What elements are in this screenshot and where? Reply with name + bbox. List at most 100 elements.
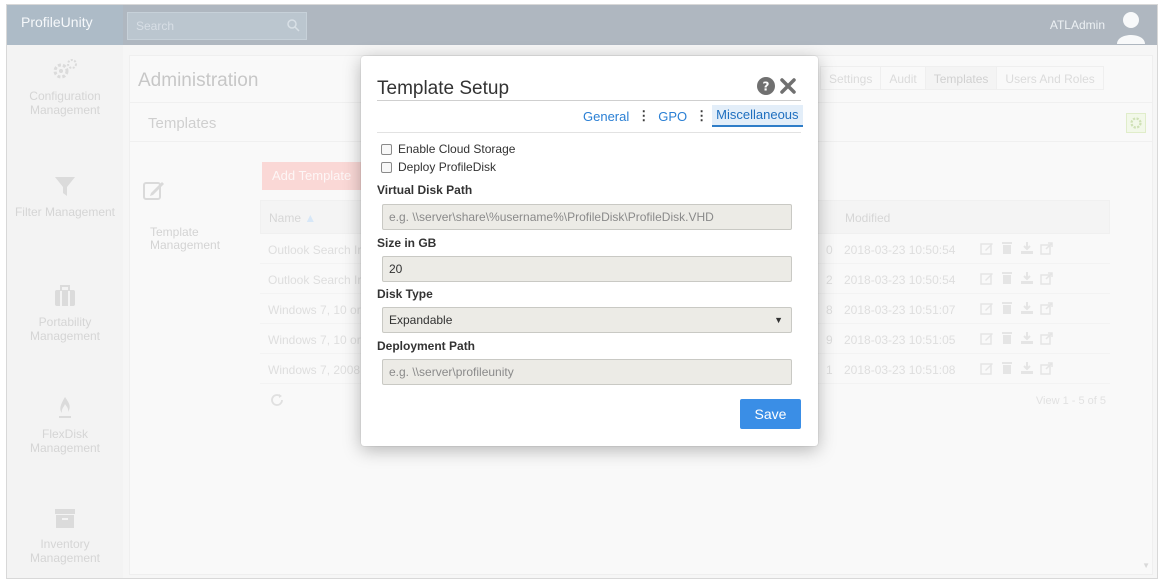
- sidebar-item-label: Inventory Management: [29, 537, 101, 565]
- sidebar-item-label: Filter Management: [14, 205, 116, 219]
- user-avatar-icon[interactable]: [1113, 8, 1149, 44]
- pager-info: View 1 - 5 of 5: [1035, 395, 1106, 407]
- search-box[interactable]: [127, 12, 307, 40]
- page-title: Administration: [138, 70, 259, 91]
- row-name: Windows 7, 10 or: [268, 333, 361, 347]
- row-value: 9: [826, 333, 833, 347]
- row-name: Outlook Search Ir: [268, 273, 362, 287]
- refresh-icon[interactable]: [270, 393, 284, 407]
- row-modified: 2018-03-23 10:51:08: [844, 363, 956, 377]
- archive-icon: [55, 509, 75, 528]
- download-icon[interactable]: [1020, 301, 1034, 315]
- tab-audit[interactable]: Audit: [881, 66, 926, 90]
- share-icon[interactable]: [1040, 241, 1054, 255]
- scroll-down-icon[interactable]: ▼: [1142, 561, 1150, 570]
- tab-users-and-roles[interactable]: Users And Roles: [997, 66, 1104, 90]
- share-icon[interactable]: [1040, 361, 1054, 375]
- gears-icon: [53, 59, 77, 79]
- top-bar: ProfileUnity ATLAdmin: [7, 5, 1157, 45]
- tab-miscellaneous[interactable]: Miscellaneous: [712, 105, 803, 127]
- row-value: 2: [826, 273, 833, 287]
- checkbox-label: Enable Cloud Storage: [398, 142, 516, 156]
- deploy-profiledisk-checkbox[interactable]: Deploy ProfileDisk: [381, 160, 496, 174]
- column-modified[interactable]: Modified: [845, 211, 890, 225]
- row-name: Windows 7, 2008: [268, 363, 361, 377]
- column-name[interactable]: Name ▲: [269, 211, 316, 225]
- tabs-divider: [377, 132, 801, 133]
- section-title: Templates: [148, 115, 217, 132]
- row-value: 1: [826, 363, 833, 377]
- size-in-gb-label: Size in GB: [377, 236, 437, 250]
- share-icon[interactable]: [1040, 331, 1054, 345]
- sidebar-item-label: FlexDisk Management: [29, 427, 101, 455]
- virtual-disk-path-input[interactable]: [382, 204, 792, 230]
- chevron-down-icon: ▼: [774, 315, 783, 325]
- edit-icon[interactable]: [980, 241, 994, 255]
- sidebar-item-label: Portability Management: [29, 315, 101, 343]
- template-management-label: Template Management: [150, 225, 221, 252]
- size-in-gb-input[interactable]: [382, 256, 792, 282]
- tab-templates[interactable]: Templates: [925, 66, 998, 90]
- template-setup-dialog: Template Setup ? General ⋮ GPO ⋮ Miscell…: [361, 56, 818, 446]
- dialog-tabs: General ⋮ GPO ⋮ Miscellaneous: [579, 105, 803, 127]
- row-actions: [980, 271, 1054, 285]
- sidebar-item-inventory[interactable]: Inventory Management: [7, 505, 123, 565]
- checkbox-box[interactable]: [381, 143, 392, 155]
- sidebar: Configuration Management Filter Manageme…: [7, 45, 123, 578]
- svg-text:?: ?: [763, 80, 770, 94]
- enable-cloud-storage-checkbox[interactable]: Enable Cloud Storage: [381, 142, 515, 156]
- tab-gpo[interactable]: GPO: [654, 109, 691, 124]
- row-modified: 2018-03-23 10:51:07: [844, 303, 956, 317]
- row-actions: [980, 361, 1054, 375]
- row-value: 8: [826, 303, 833, 317]
- flame-icon: [59, 397, 71, 418]
- briefcase-icon: [55, 285, 75, 306]
- download-icon[interactable]: [1020, 331, 1034, 345]
- share-icon[interactable]: [1040, 301, 1054, 315]
- trash-icon[interactable]: [1000, 301, 1014, 315]
- disk-type-value: Expandable: [389, 313, 453, 327]
- edit-icon[interactable]: [980, 361, 994, 375]
- settings-button[interactable]: [1126, 113, 1146, 133]
- user-name[interactable]: ATLAdmin: [1050, 18, 1105, 32]
- edit-icon[interactable]: [980, 331, 994, 345]
- deployment-path-input[interactable]: [382, 359, 792, 385]
- admin-tabs: Settings Audit Templates Users And Roles: [820, 66, 1104, 90]
- row-name: Windows 7, 10 or: [268, 303, 361, 317]
- disk-type-select[interactable]: Expandable ▼: [382, 307, 792, 333]
- sidebar-item-flexdisk[interactable]: FlexDisk Management: [7, 395, 123, 455]
- edit-icon[interactable]: [980, 301, 994, 315]
- disk-type-label: Disk Type: [377, 287, 433, 301]
- help-icon[interactable]: ?: [757, 77, 775, 95]
- trash-icon[interactable]: [1000, 361, 1014, 375]
- row-modified: 2018-03-23 10:50:54: [844, 273, 956, 287]
- checkbox-box[interactable]: [381, 161, 392, 173]
- save-button[interactable]: Save: [740, 399, 801, 429]
- trash-icon[interactable]: [1000, 241, 1014, 255]
- row-name: Outlook Search Ir: [268, 243, 362, 257]
- search-input[interactable]: [128, 13, 278, 39]
- search-icon[interactable]: [286, 18, 300, 32]
- trash-icon[interactable]: [1000, 331, 1014, 345]
- download-icon[interactable]: [1020, 361, 1034, 375]
- download-icon[interactable]: [1020, 241, 1034, 255]
- checkbox-label: Deploy ProfileDisk: [398, 160, 497, 174]
- trash-icon[interactable]: [1000, 271, 1014, 285]
- download-icon[interactable]: [1020, 271, 1034, 285]
- title-divider: [377, 100, 801, 101]
- sidebar-item-portability[interactable]: Portability Management: [7, 283, 123, 343]
- row-actions: [980, 301, 1054, 315]
- gear-icon: [1130, 117, 1142, 129]
- edit-icon: [143, 182, 164, 200]
- edit-icon[interactable]: [980, 271, 994, 285]
- tab-general[interactable]: General: [579, 109, 633, 124]
- tab-settings[interactable]: Settings: [820, 66, 882, 90]
- row-actions: [980, 331, 1054, 345]
- add-template-button[interactable]: Add Template: [262, 162, 372, 190]
- share-icon[interactable]: [1040, 271, 1054, 285]
- sidebar-item-configuration[interactable]: Configuration Management: [7, 57, 123, 117]
- app-logo[interactable]: ProfileUnity: [7, 5, 123, 45]
- virtual-disk-path-label: Virtual Disk Path: [377, 183, 473, 197]
- close-icon[interactable]: [779, 77, 797, 95]
- sidebar-item-filter[interactable]: Filter Management: [7, 173, 123, 219]
